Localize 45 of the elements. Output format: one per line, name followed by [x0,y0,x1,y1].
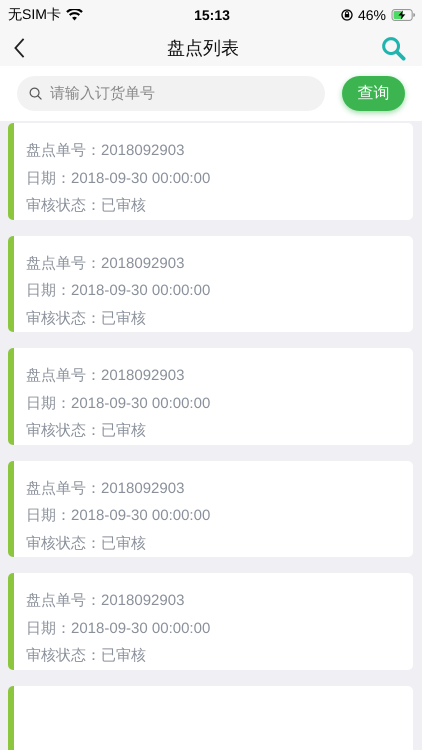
order-number-value: 2018092903 [101,592,184,609]
review-status-label: 审核状态： [26,647,101,664]
date-value: 2018-09-30 00:00:00 [71,282,210,299]
wifi-icon [66,9,83,21]
date-value: 2018-09-30 00:00:00 [71,394,210,412]
review-status-value: 已审核 [101,197,146,214]
date-value: 2018-09-30 00:00:00 [71,507,210,524]
record-card[interactable]: 盘点单号：2018092903 日期：2018-09-30 00:00:00 审核状态：已审核 [8,460,413,557]
date-label: 日期： [26,620,71,636]
review-status-value: 已审核 [101,310,146,326]
review-status-label: 审核状态： [26,422,101,439]
review-status-label: 审核状态： [26,534,101,552]
order-number-value: 2018092903 [101,254,184,272]
record-card[interactable]: 盘点单号：2018092903 日期：2018-09-30 00:00:00 审核状态：已审核 [8,236,413,332]
date-label: 日期： [26,282,71,299]
back-button[interactable] [14,38,25,58]
battery-percent: 46% [358,7,386,23]
date-label: 日期： [26,394,71,412]
clock-time: 15:13 [194,7,230,23]
review-status-label: 审核状态： [26,310,101,326]
date-label: 日期： [26,170,71,186]
review-status-label: 审核状态： [26,197,101,214]
search-field[interactable]: 请输入订货单号 [17,76,325,111]
order-number-label: 盘点单号： [26,254,101,272]
date-label: 日期： [26,507,71,524]
battery-charging-icon [391,9,416,21]
rotation-lock-icon [340,9,353,21]
date-value: 2018-09-30 00:00:00 [71,170,210,186]
review-status-value: 已审核 [101,534,146,552]
review-status-value: 已审核 [101,647,146,664]
order-number-value: 2018092903 [101,142,184,159]
record-card[interactable]: 盘点单号：2018092903 日期：2018-09-30 00:00:00 审核状态：已审核 [8,573,413,670]
carrier-label: 无SIM卡 [8,6,61,24]
record-card[interactable]: 盘点单号：2018092903 日期：2018-09-30 00:00:00 审核状态：已审核 [8,123,413,220]
order-number-label: 盘点单号： [26,367,101,384]
page-title: 盘点列表 [167,37,239,60]
order-number-value: 2018092903 [101,480,184,496]
record-card[interactable]: 盘点单号：2018092903 日期：2018-09-30 00:00:00 审核状态：已审核 [8,348,413,444]
order-number-label: 盘点单号： [26,142,101,159]
order-number-value: 2018092903 [101,367,184,384]
order-number-label: 盘点单号： [26,480,101,496]
date-value: 2018-09-30 00:00:00 [71,620,210,636]
review-status-value: 已审核 [101,422,146,439]
query-button[interactable]: 查询 [342,76,405,111]
order-number-label: 盘点单号： [26,592,101,609]
